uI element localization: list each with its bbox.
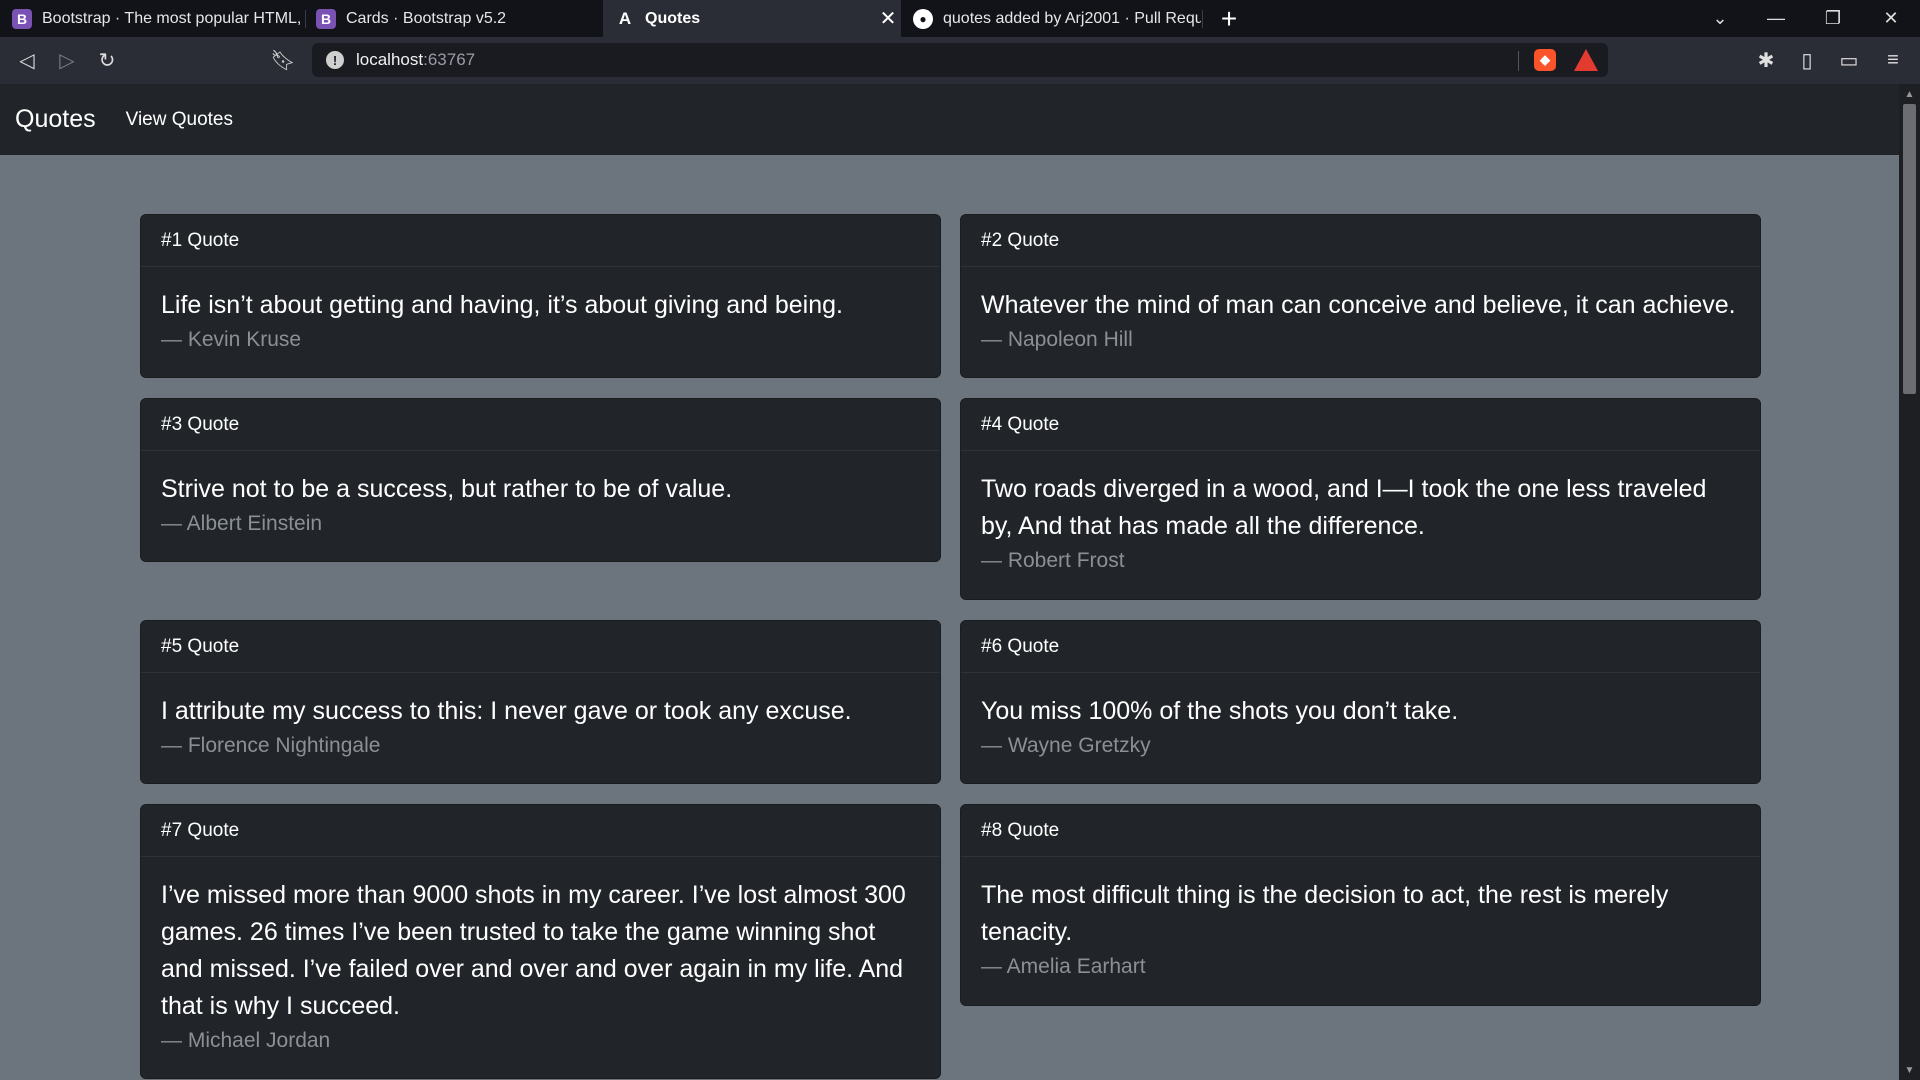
angular-icon: A <box>618 8 632 28</box>
brave-rewards-icon[interactable] <box>1574 49 1598 71</box>
close-tab-icon[interactable]: ✕ <box>874 0 902 37</box>
quote-card-body: You miss 100% of the shots you don’t tak… <box>961 673 1760 783</box>
url-divider <box>1518 51 1519 71</box>
quote-card: #1 Quote Life isn’t about getting and ha… <box>140 214 941 378</box>
tab-pull-request[interactable]: ● quotes added by Arj2001 · Pull Reques <box>913 0 1201 37</box>
quote-card-body: I attribute my success to this: I never … <box>141 673 940 783</box>
menu-icon[interactable]: ≡ <box>1875 37 1911 84</box>
site-info-icon[interactable]: ! <box>326 51 344 69</box>
quote-author: — Amelia Earhart <box>981 955 1146 978</box>
quote-text: You miss 100% of the shots you don’t tak… <box>981 697 1459 725</box>
reload-icon[interactable]: ↻ <box>90 37 124 84</box>
quote-card-header: #6 Quote <box>961 621 1760 673</box>
quote-author: — Wayne Gretzky <box>981 734 1151 757</box>
quote-card-body: The most difficult thing is the decision… <box>961 857 1760 1004</box>
tab-label: quotes added by Arj2001 · Pull Reques <box>943 9 1201 27</box>
tab-divider <box>305 10 306 28</box>
quote-text: Whatever the mind of man can conceive an… <box>981 291 1736 319</box>
quote-card-body: Whatever the mind of man can conceive an… <box>961 267 1760 377</box>
navbar-brand[interactable]: Quotes <box>15 105 96 134</box>
quote-card: #3 Quote Strive not to be a success, but… <box>140 398 941 562</box>
close-window-icon[interactable]: ✕ <box>1871 0 1911 37</box>
quote-text: Life isn’t about getting and having, it’… <box>161 291 843 319</box>
tab-bootstrap[interactable]: B Bootstrap · The most popular HTML, C <box>12 0 302 37</box>
tab-quotes[interactable]: A Quotes <box>603 0 901 37</box>
quote-card-header: #7 Quote <box>141 805 940 857</box>
bookmark-icon[interactable]: 🔖︎ <box>266 37 300 84</box>
quote-card-body: Strive not to be a success, but rather t… <box>141 451 940 561</box>
view-quotes-link[interactable]: View Quotes <box>126 109 233 131</box>
browser-tab-bar: B Bootstrap · The most popular HTML, C B… <box>0 0 1920 37</box>
tab-label: Quotes <box>645 9 701 27</box>
quote-text: Two roads diverged in a wood, and I—I to… <box>981 475 1707 540</box>
sidebar-icon[interactable]: ▯ <box>1789 37 1825 84</box>
forward-icon[interactable]: ▷ <box>50 37 84 84</box>
quote-text: I attribute my success to this: I never … <box>161 697 852 725</box>
quote-card-body: Life isn’t about getting and having, it’… <box>141 267 940 377</box>
quote-text: Strive not to be a success, but rather t… <box>161 475 733 503</box>
address-bar[interactable]: ! localhost :63767 ◆ <box>312 43 1608 77</box>
wallet-icon[interactable]: ▭ <box>1831 37 1867 84</box>
restore-icon[interactable]: ❐ <box>1813 0 1853 37</box>
extensions-icon[interactable]: ✱ <box>1748 37 1784 84</box>
quote-card-body: Two roads diverged in a wood, and I—I to… <box>961 451 1760 598</box>
new-tab-plus-icon[interactable]: + <box>1214 0 1244 37</box>
tab-label: Cards · Bootstrap v5.2 <box>346 9 507 27</box>
quote-card: #5 Quote I attribute my success to this:… <box>140 620 941 784</box>
tab-label: Bootstrap · The most popular HTML, C <box>42 9 302 27</box>
bootstrap-icon: B <box>12 8 32 29</box>
quote-card-header: #1 Quote <box>141 215 940 267</box>
quote-card-header: #5 Quote <box>141 621 940 673</box>
quote-card-header: #2 Quote <box>961 215 1760 267</box>
url-port: :63767 <box>423 50 476 69</box>
quote-author: — Robert Frost <box>981 549 1125 572</box>
quote-card-header: #8 Quote <box>961 805 1760 857</box>
quote-card: #4 Quote Two roads diverged in a wood, a… <box>960 398 1761 600</box>
scroll-up-icon[interactable]: ▲ <box>1899 86 1920 102</box>
brave-shields-icon[interactable]: ◆ <box>1534 49 1556 71</box>
url-host: localhost <box>356 50 424 69</box>
tab-divider <box>1202 10 1203 28</box>
quote-text: I’ve missed more than 9000 shots in my c… <box>161 881 906 1020</box>
quotes-column-left: #1 Quote Life isn’t about getting and ha… <box>140 214 941 1080</box>
quote-card: #8 Quote The most difficult thing is the… <box>960 804 1761 1006</box>
tab-search-chevron-icon[interactable]: ⌄ <box>1700 0 1740 37</box>
quotes-column-right: #2 Quote Whatever the mind of man can co… <box>960 214 1761 1026</box>
app-navbar: Quotes View Quotes <box>0 84 1899 155</box>
quote-author: — Albert Einstein <box>161 512 323 535</box>
quote-card-body: I’ve missed more than 9000 shots in my c… <box>141 857 940 1078</box>
quote-author: — Florence Nightingale <box>161 734 381 757</box>
quote-text: The most difficult thing is the decision… <box>981 881 1669 946</box>
page-scrollbar[interactable]: ▲ ▼ <box>1899 84 1920 1080</box>
tab-cards[interactable]: B Cards · Bootstrap v5.2 <box>316 0 600 37</box>
quote-card-header: #3 Quote <box>141 399 940 451</box>
quote-author: — Michael Jordan <box>161 1029 331 1052</box>
minimize-icon[interactable]: — <box>1756 0 1796 37</box>
scrollbar-thumb[interactable] <box>1903 104 1916 394</box>
page-viewport: Quotes View Quotes #1 Quote Life isn’t a… <box>0 84 1899 1080</box>
quote-card-header: #4 Quote <box>961 399 1760 451</box>
scroll-down-icon[interactable]: ▼ <box>1899 1062 1920 1078</box>
github-icon: ● <box>913 8 933 29</box>
quote-author: — Napoleon Hill <box>981 328 1133 351</box>
quote-author: — Kevin Kruse <box>161 328 302 351</box>
bootstrap-icon: B <box>316 8 336 29</box>
back-icon[interactable]: ◁ <box>10 37 44 84</box>
quote-card: #2 Quote Whatever the mind of man can co… <box>960 214 1761 378</box>
row-spacer <box>140 582 941 620</box>
quote-card: #6 Quote You miss 100% of the shots you … <box>960 620 1761 784</box>
quote-card: #7 Quote I’ve missed more than 9000 shot… <box>140 804 941 1079</box>
browser-toolbar: ◁ ▷ ↻ 🔖︎ ! localhost :63767 ◆ ✱ ▯ ▭ ≡ <box>0 37 1920 84</box>
